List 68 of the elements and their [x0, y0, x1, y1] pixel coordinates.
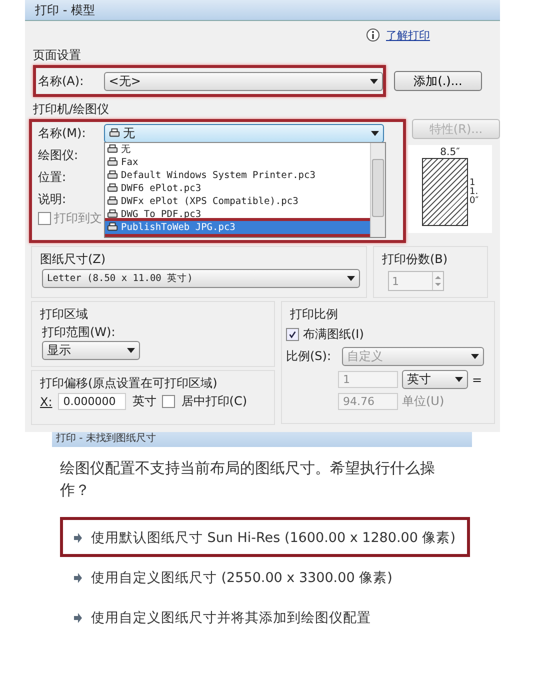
printer-icon: [107, 222, 118, 233]
section-heading: 打印比例: [290, 306, 339, 322]
dropdown-item[interactable]: DWFx ePlot (XPS Compatible).pc3: [105, 195, 370, 208]
message-text: 绘图仪配置不支持当前布局的图纸尺寸。希望执行什么操作？: [60, 458, 436, 501]
section-heading: 打印份数(B): [382, 251, 449, 267]
window-title: 打印 - 未找到图纸尺寸: [56, 433, 157, 445]
dimension-label: 11.0″: [470, 178, 478, 206]
arrow-icon: [73, 532, 83, 544]
checkbox[interactable]: [38, 212, 51, 225]
field-label: 名称(A):: [38, 72, 85, 90]
window-title: 打印 - 模型: [35, 2, 95, 19]
field-label: 比例(S):: [286, 348, 332, 365]
caret-icon: [471, 354, 479, 359]
dropdown-item[interactable]: PublishToWeb JPG.pc3: [105, 221, 370, 234]
field-label: 绘图仪:: [38, 147, 80, 164]
dropdown-item[interactable]: 无: [105, 143, 370, 156]
printer-dropdown[interactable]: 无: [104, 124, 384, 142]
printer-icon: [107, 183, 118, 194]
caret-icon: [370, 78, 378, 84]
printer-icon: [109, 128, 120, 138]
printer-icon: [107, 209, 118, 220]
dropdown-item[interactable]: DWF6 ePlot.pc3: [105, 182, 370, 195]
caret-icon: [347, 276, 355, 281]
field-label: 名称(M):: [38, 124, 87, 142]
printer-icon: [107, 157, 118, 168]
dimension-label: 8.5″: [440, 147, 460, 158]
section-heading: 页面设置: [33, 47, 82, 63]
field-label: 位置:: [38, 169, 68, 186]
checkbox[interactable]: [162, 395, 176, 408]
caret-icon: [371, 130, 379, 136]
equals-sign: =: [472, 372, 482, 386]
checkbox-label: 布满图纸(I): [303, 326, 364, 343]
section-heading: 打印偏移(原点设置在可打印区域): [40, 375, 218, 391]
command-link[interactable]: 使用自定义图纸尺寸并将其添加到绘图仪配置: [60, 597, 470, 637]
unit-dropdown[interactable]: 英寸: [402, 370, 468, 389]
spin-arrows-icon: [432, 272, 443, 290]
checkbox-label: 打印到文: [54, 210, 102, 227]
plot-range-dropdown[interactable]: 显示: [42, 341, 140, 360]
x-offset-field[interactable]: 0.000000: [58, 393, 126, 410]
checkbox-label: 居中打印(C): [181, 393, 248, 410]
dropdown-item[interactable]: Default Windows System Printer.pc3: [105, 169, 370, 182]
caret-icon: [127, 348, 135, 353]
add-button[interactable]: 添加(.)...: [394, 71, 482, 91]
section-heading: 打印区域: [40, 306, 89, 322]
scrollbar[interactable]: [370, 143, 385, 237]
arrow-icon: [73, 572, 83, 584]
paper-drawing: [422, 158, 468, 226]
field-label: 打印范围(W):: [42, 324, 116, 341]
arrow-icon: [73, 612, 83, 624]
command-link[interactable]: 使用默认图纸尺寸 Sun Hi-Res (1600.00 x 1280.00 像素): [60, 517, 470, 557]
dropdown-item[interactable]: Fax: [105, 156, 370, 169]
info-icon: [366, 28, 380, 42]
section-heading: 打印机/绘图仪: [33, 101, 110, 117]
dropdown-value: 无: [123, 124, 135, 142]
dropdown-item[interactable]: DWG To PDF.pc3: [105, 208, 370, 221]
printer-icon: [107, 170, 118, 181]
command-link[interactable]: 使用自定义图纸尺寸 (2550.00 x 3300.00 像素): [60, 557, 470, 597]
checkbox[interactable]: [286, 328, 299, 341]
caret-icon: [455, 377, 463, 382]
field-label: X:: [40, 394, 52, 408]
paper-size-dropdown[interactable]: Letter (8.50 x 11.00 英寸): [42, 269, 360, 288]
unit-label: 英寸: [132, 393, 156, 410]
printer-icon: [107, 196, 118, 207]
name-dropdown[interactable]: <无>: [104, 72, 383, 90]
field-label: 说明:: [38, 191, 68, 208]
unit-label: 单位(U): [402, 393, 444, 410]
help-link[interactable]: 了解打印: [386, 28, 430, 42]
section-heading: 图纸尺寸(Z): [40, 251, 107, 267]
